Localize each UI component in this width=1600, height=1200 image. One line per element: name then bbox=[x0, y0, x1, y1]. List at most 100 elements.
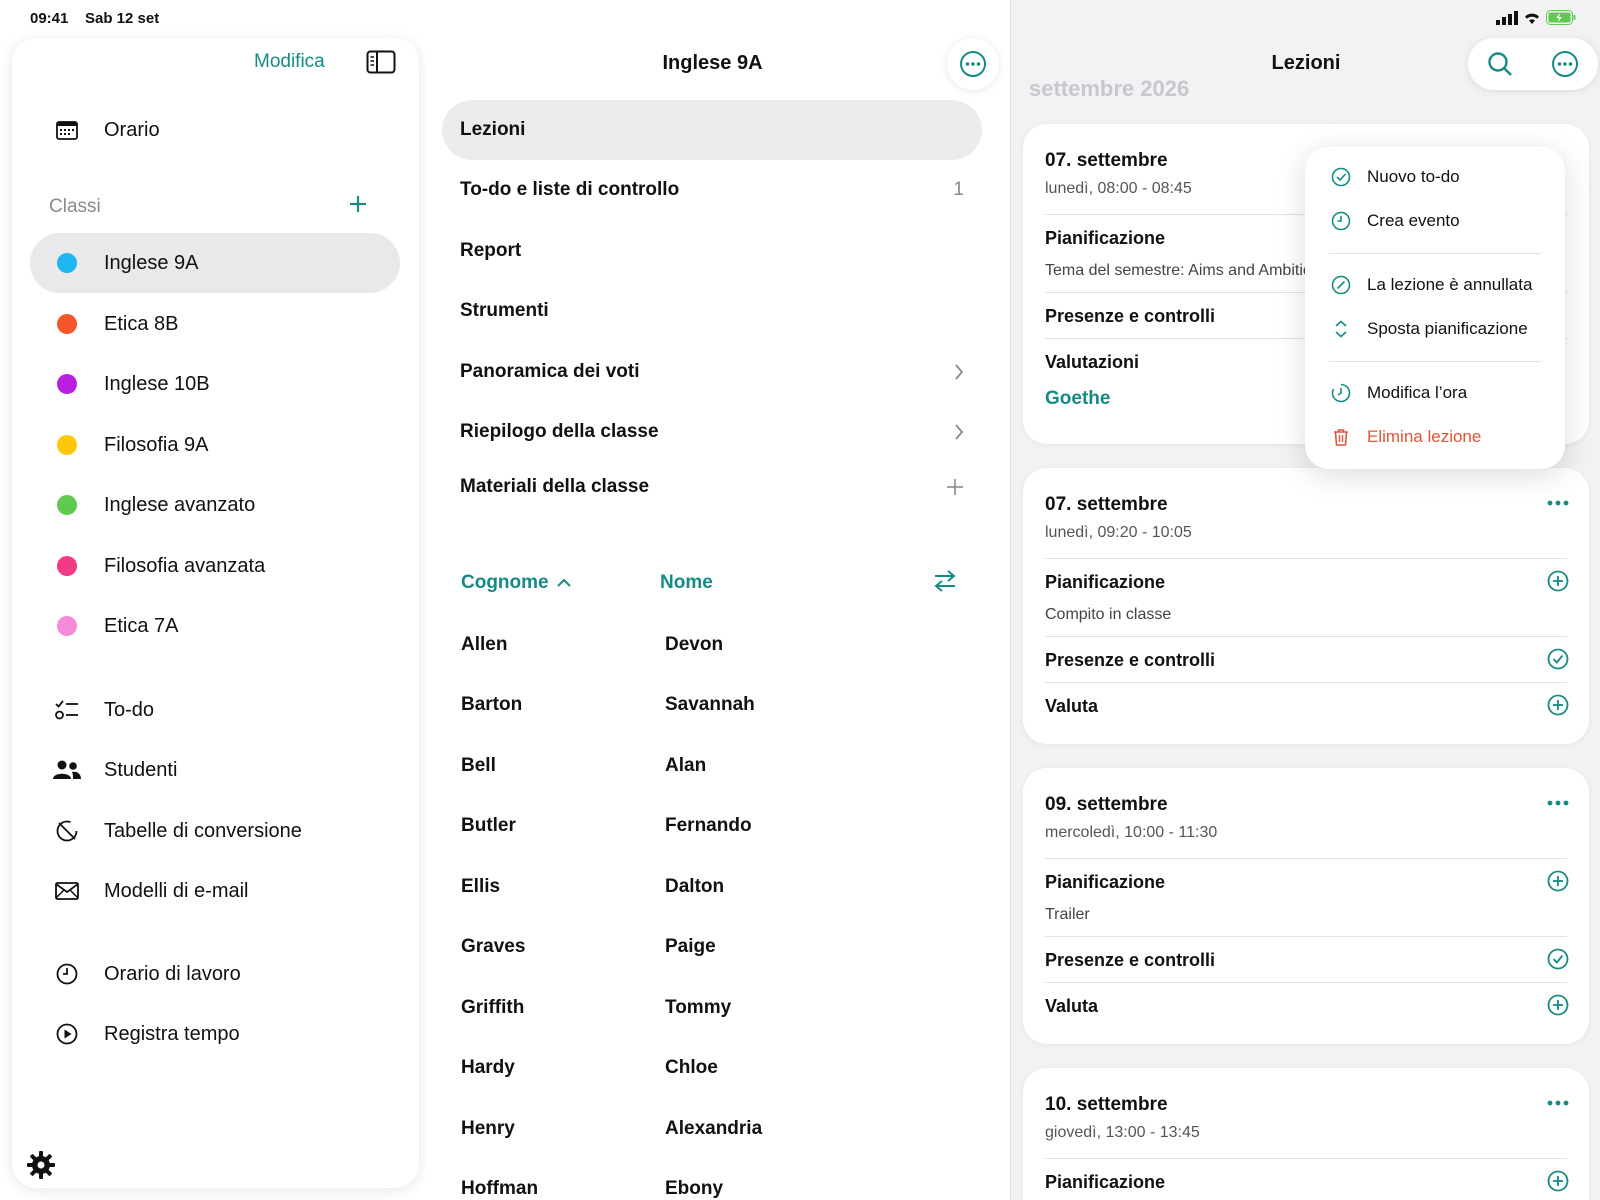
menu-lezioni[interactable]: Lezioni bbox=[442, 100, 982, 160]
sidebar-class-filosofia-avanzata[interactable]: Filosofia avanzata bbox=[42, 536, 412, 596]
menu-materiali-classe[interactable]: Materiali della classe bbox=[442, 457, 982, 517]
classes-section-title: Classi bbox=[49, 196, 101, 217]
add-circle-icon[interactable] bbox=[1547, 1170, 1569, 1192]
sidebar-class-inglese-avanzato[interactable]: Inglese avanzato bbox=[42, 475, 412, 535]
add-circle-icon[interactable] bbox=[1547, 570, 1569, 592]
student-last-name: Hoffman bbox=[461, 1178, 539, 1199]
plus-icon[interactable] bbox=[946, 478, 964, 496]
cancel-circle-icon bbox=[1331, 275, 1351, 295]
student-row[interactable]: Barton Savannah bbox=[461, 694, 961, 734]
more-dots-icon[interactable] bbox=[1547, 800, 1569, 806]
planning-label: Pianificazione bbox=[1045, 228, 1166, 248]
student-first-name: Paige bbox=[665, 936, 716, 957]
clock-icon bbox=[1331, 211, 1351, 231]
check-circle-icon[interactable] bbox=[1547, 948, 1569, 970]
attendance-label[interactable]: Presenze e controlli bbox=[1045, 306, 1215, 327]
more-options-button[interactable] bbox=[947, 38, 999, 90]
planning-text: Tema del semestre: Aims and Ambitions bbox=[1045, 262, 1305, 279]
lesson-card[interactable]: 10. settembre giovedì, 13:00 - 13:45 Pia… bbox=[1023, 1068, 1589, 1200]
chevron-up-icon bbox=[556, 578, 571, 587]
sidebar-item-label: To-do bbox=[104, 698, 155, 721]
menu-item-modifica-ora[interactable]: Modifica l’ora bbox=[1331, 383, 1467, 403]
menu-todo[interactable]: To-do e liste di controllo 1 bbox=[442, 160, 982, 220]
student-last-name: Bell bbox=[461, 755, 496, 776]
sort-by-last-name[interactable]: Cognome bbox=[461, 572, 571, 594]
sort-by-first-name[interactable]: Nome bbox=[660, 572, 713, 594]
student-last-name: Graves bbox=[461, 936, 526, 957]
menu-item-nuovo-todo[interactable]: Nuovo to-do bbox=[1331, 167, 1460, 187]
student-row[interactable]: Butler Fernando bbox=[461, 815, 961, 855]
student-last-name: Allen bbox=[461, 634, 508, 655]
sidebar-item-studenti[interactable]: Studenti bbox=[42, 740, 412, 800]
add-circle-icon[interactable] bbox=[1547, 694, 1569, 716]
student-row[interactable]: Ellis Dalton bbox=[461, 876, 961, 916]
class-color-dot bbox=[57, 616, 77, 636]
class-color-dot bbox=[57, 374, 77, 394]
status-icons bbox=[1496, 10, 1576, 25]
lesson-time: mercoledì, 10:00 - 11:30 bbox=[1045, 824, 1218, 841]
sidebar-class-inglese-9a[interactable]: Inglese 9A bbox=[30, 233, 400, 293]
student-row[interactable]: Hardy Chloe bbox=[461, 1057, 961, 1097]
student-row[interactable]: Henry Alexandria bbox=[461, 1118, 961, 1158]
menu-panoramica-voti[interactable]: Panoramica dei voti bbox=[442, 342, 982, 402]
sidebar-item-label: Orario bbox=[104, 118, 160, 141]
attendance-label: Presenze e controlli bbox=[1045, 650, 1216, 670]
lesson-context-menu: Nuovo to-do Crea evento La lezione è ann… bbox=[1305, 147, 1565, 469]
menu-item-sposta-pianificazione[interactable]: Sposta pianificazione bbox=[1331, 319, 1528, 339]
student-last-name: Hardy bbox=[461, 1057, 515, 1078]
student-row[interactable]: Hoffman Ebony bbox=[461, 1178, 961, 1200]
edit-button[interactable]: Modifica bbox=[254, 51, 325, 73]
ellipsis-circle-icon bbox=[960, 51, 986, 77]
add-class-icon[interactable] bbox=[348, 194, 368, 214]
menu-label: Materiali della classe bbox=[460, 476, 650, 497]
student-row[interactable]: Graves Paige bbox=[461, 936, 961, 976]
sidebar-class-etica-8b[interactable]: Etica 8B bbox=[42, 294, 412, 354]
sidebar-item-tabelle[interactable]: Tabelle di conversione bbox=[42, 801, 412, 861]
planning-text: Trailer bbox=[1045, 906, 1090, 923]
class-detail-panel: Inglese 9A Lezioni To-do e liste di cont… bbox=[425, 0, 1010, 1200]
more-dots-icon[interactable] bbox=[1547, 500, 1569, 506]
column-label: Cognome bbox=[461, 572, 549, 593]
sidebar-class-filosofia-9a[interactable]: Filosofia 9A bbox=[42, 415, 412, 475]
student-row[interactable]: Griffith Tommy bbox=[461, 997, 961, 1037]
menu-item-lezione-annullata[interactable]: La lezione è annullata bbox=[1331, 275, 1532, 295]
menu-riepilogo-classe[interactable]: Riepilogo della classe bbox=[442, 402, 982, 462]
check-circle-icon[interactable] bbox=[1547, 648, 1569, 670]
sidebar-item-todo[interactable]: To-do bbox=[42, 680, 412, 740]
sidebar-item-email[interactable]: Modelli di e-mail bbox=[42, 861, 412, 921]
sidebar-item-orario-lavoro[interactable]: Orario di lavoro bbox=[42, 944, 412, 1004]
menu-report[interactable]: Report bbox=[442, 221, 982, 281]
settings-gear-icon[interactable] bbox=[26, 1150, 56, 1180]
student-first-name: Fernando bbox=[665, 815, 752, 836]
add-circle-icon[interactable] bbox=[1547, 994, 1569, 1016]
lesson-card[interactable]: 07. settembre lunedì, 09:20 - 10:05 Pian… bbox=[1023, 468, 1589, 744]
sidebar-class-etica-7a[interactable]: Etica 7A bbox=[42, 596, 412, 656]
check-circle-icon bbox=[1331, 167, 1351, 187]
menu-label: Panoramica dei voti bbox=[460, 361, 640, 382]
menu-item-elimina-lezione[interactable]: Elimina lezione bbox=[1331, 427, 1481, 447]
signal-icon bbox=[1496, 10, 1518, 25]
lesson-card[interactable]: 09. settembre mercoledì, 10:00 - 11:30 P… bbox=[1023, 768, 1589, 1044]
more-dots-icon[interactable] bbox=[1547, 1100, 1569, 1106]
add-circle-icon[interactable] bbox=[1547, 870, 1569, 892]
sidebar-toggle-icon[interactable] bbox=[366, 50, 396, 74]
menu-item-crea-evento[interactable]: Crea evento bbox=[1331, 211, 1460, 231]
sidebar-item-registra-tempo[interactable]: Registra tempo bbox=[42, 1004, 412, 1064]
grade-link[interactable]: Goethe bbox=[1045, 388, 1110, 410]
sidebar-class-inglese-10b[interactable]: Inglese 10B bbox=[42, 354, 412, 414]
lesson-time: lunedì, 08:00 - 08:45 bbox=[1045, 180, 1192, 197]
conversion-icon bbox=[56, 820, 78, 842]
student-row[interactable]: Allen Devon bbox=[461, 634, 961, 674]
menu-label: Report bbox=[460, 240, 522, 261]
swap-arrows-icon[interactable] bbox=[933, 570, 957, 592]
ellipsis-circle-icon[interactable] bbox=[1551, 50, 1579, 78]
class-title: Inglese 9A bbox=[662, 52, 763, 74]
chevron-right-icon bbox=[955, 424, 964, 440]
student-row[interactable]: Bell Alan bbox=[461, 755, 961, 795]
planning-label: Pianificazione bbox=[1045, 572, 1166, 592]
menu-strumenti[interactable]: Strumenti bbox=[442, 281, 982, 341]
class-color-dot bbox=[57, 435, 77, 455]
sidebar-item-orario[interactable]: Orario bbox=[42, 100, 412, 160]
student-first-name: Chloe bbox=[665, 1057, 718, 1078]
search-icon[interactable] bbox=[1487, 51, 1513, 77]
